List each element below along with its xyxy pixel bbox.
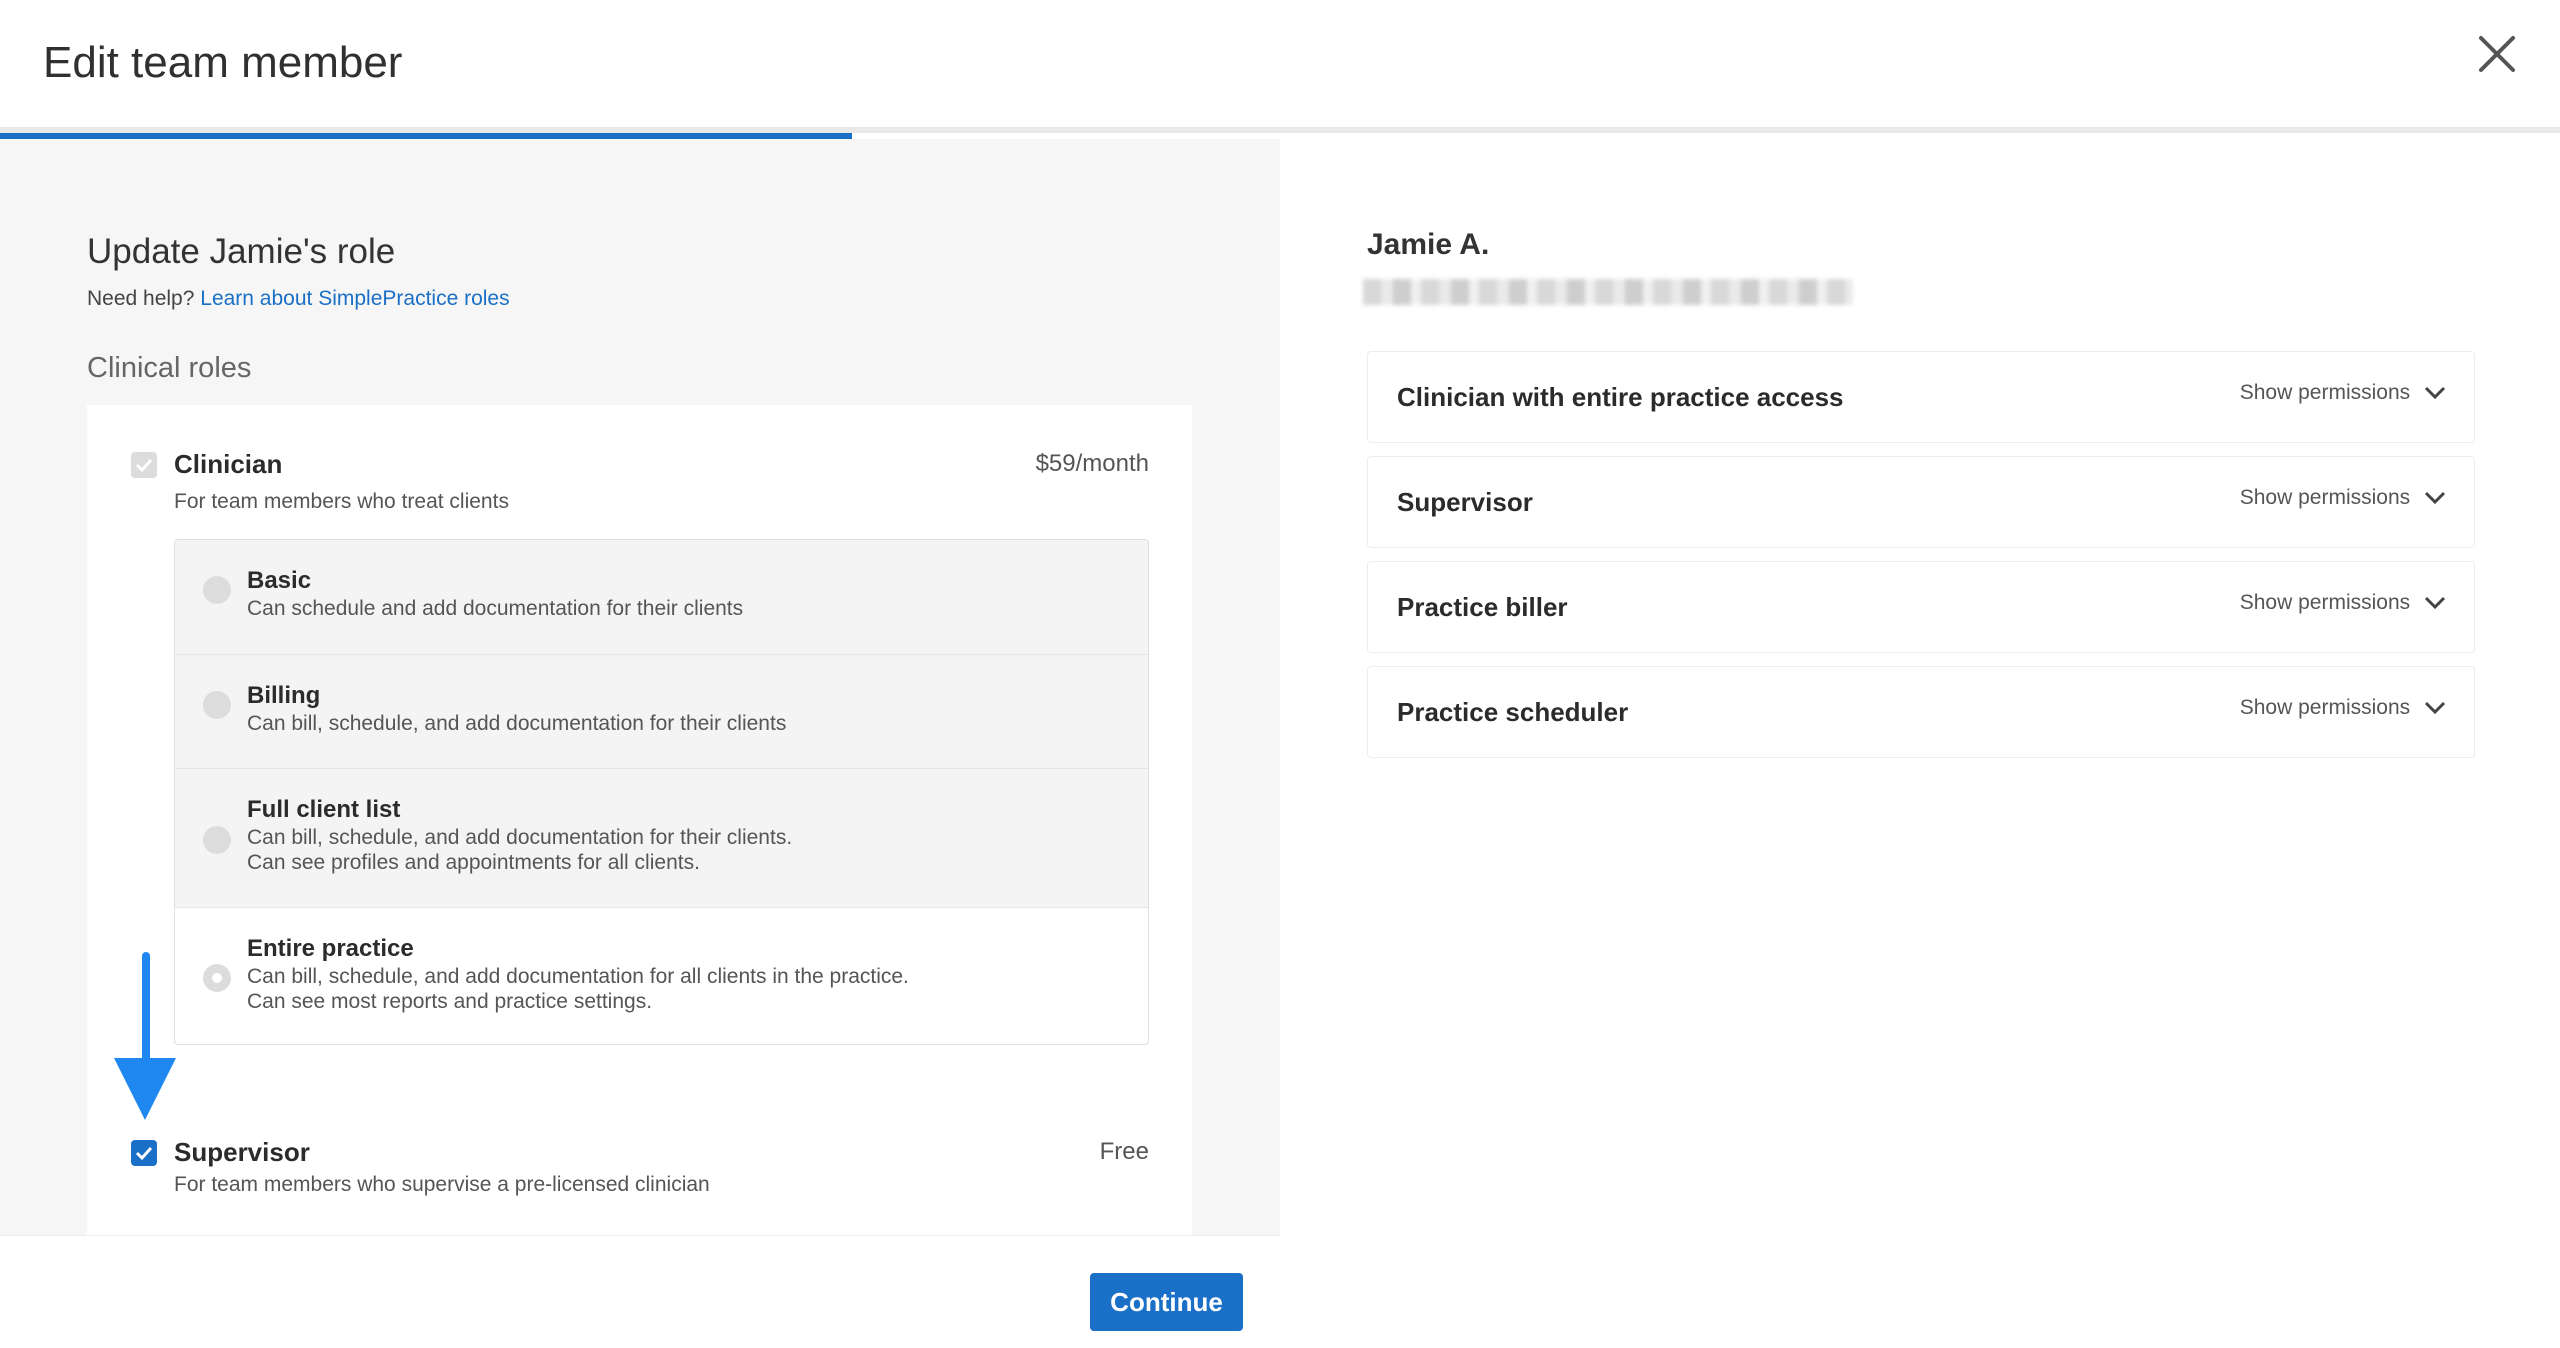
permissions-panel: Jamie A. Clinician with entire practice … — [1280, 139, 2560, 1348]
redacted-email — [1363, 279, 1853, 305]
option-description: Can bill, schedule, and add documentatio… — [247, 712, 787, 735]
permission-item: Supervisor Show permissions — [1367, 456, 2475, 548]
role-editor-panel: Update Jamie's role Need help? Learn abo… — [0, 139, 1280, 1235]
access-option-billing[interactable]: Billing Can bill, schedule, and add docu… — [175, 655, 1148, 769]
toggle-label: Show permissions — [2239, 696, 2411, 719]
option-description-line-2: Can see most reports and practice settin… — [247, 990, 653, 1013]
chevron-down-icon — [2424, 702, 2446, 715]
option-name: Entire practice — [247, 935, 414, 962]
modal-title: Edit team member — [43, 38, 403, 87]
modal-footer: Continue — [0, 1235, 1280, 1348]
permission-role-name: Practice scheduler — [1397, 697, 1629, 727]
section-heading: Clinical roles — [87, 352, 252, 384]
clinician-role-name: Clinician — [174, 449, 283, 479]
annotation-arrow-icon — [114, 952, 176, 1120]
option-description-line-1: Can bill, schedule, and add documentatio… — [247, 965, 909, 988]
permission-role-name: Practice biller — [1397, 592, 1568, 622]
clinician-access-options: Basic Can schedule and add documentation… — [174, 539, 1149, 1045]
radio-billing[interactable] — [203, 691, 231, 719]
roles-help-link[interactable]: Learn about SimplePractice roles — [200, 287, 509, 310]
modal-header: Edit team member — [0, 0, 2560, 133]
radio-full-client-list[interactable] — [203, 826, 231, 854]
toggle-label: Show permissions — [2239, 381, 2411, 404]
permission-role-name: Supervisor — [1397, 487, 1533, 517]
continue-button[interactable]: Continue — [1090, 1273, 1243, 1331]
option-name: Billing — [247, 682, 321, 709]
clinician-checkbox[interactable] — [131, 452, 157, 478]
access-option-full-client-list[interactable]: Full client list Can bill, schedule, and… — [175, 769, 1148, 908]
show-permissions-toggle[interactable]: Show permissions — [2240, 381, 2446, 405]
supervisor-role-name: Supervisor — [174, 1137, 310, 1167]
help-prefix: Need help? — [87, 287, 195, 310]
access-option-basic[interactable]: Basic Can schedule and add documentation… — [175, 540, 1148, 655]
toggle-label: Show permissions — [2239, 486, 2411, 509]
option-description-line-2: Can see profiles and appointments for al… — [247, 851, 700, 874]
option-name: Basic — [247, 567, 312, 594]
chevron-down-icon — [2424, 387, 2446, 400]
help-text: Need help? Learn about SimplePractice ro… — [87, 287, 510, 311]
clinician-role-description: For team members who treat clients — [174, 490, 509, 513]
radio-entire-practice[interactable] — [203, 964, 231, 992]
show-permissions-toggle[interactable]: Show permissions — [2240, 591, 2446, 615]
chevron-down-icon — [2424, 597, 2446, 610]
clinician-price: $59/month — [1035, 450, 1149, 477]
show-permissions-toggle[interactable]: Show permissions — [2240, 486, 2446, 510]
page-title: Update Jamie's role — [87, 232, 396, 271]
permissions-list: Clinician with entire practice access Sh… — [1367, 351, 2475, 771]
permission-item: Practice biller Show permissions — [1367, 561, 2475, 653]
close-icon[interactable] — [2477, 34, 2517, 74]
member-name: Jamie A. — [1367, 228, 1490, 261]
option-description: Can schedule and add documentation for t… — [247, 597, 744, 620]
permission-role-name: Clinician with entire practice access — [1397, 382, 1844, 412]
option-name: Full client list — [247, 796, 401, 823]
supervisor-checkbox[interactable] — [131, 1140, 157, 1166]
access-option-entire-practice[interactable]: Entire practice Can bill, schedule, and … — [175, 908, 1148, 1044]
permission-item: Clinician with entire practice access Sh… — [1367, 351, 2475, 443]
show-permissions-toggle[interactable]: Show permissions — [2240, 696, 2446, 720]
supervisor-role-row: Supervisor For team members who supervis… — [87, 1095, 1192, 1235]
toggle-label: Show permissions — [2239, 591, 2411, 614]
option-description-line-1: Can bill, schedule, and add documentatio… — [247, 826, 793, 849]
permission-item: Practice scheduler Show permissions — [1367, 666, 2475, 758]
supervisor-role-description: For team members who supervise a pre-lic… — [174, 1173, 710, 1196]
radio-basic[interactable] — [203, 576, 231, 604]
supervisor-price: Free — [1099, 1138, 1149, 1165]
chevron-down-icon — [2424, 492, 2446, 505]
